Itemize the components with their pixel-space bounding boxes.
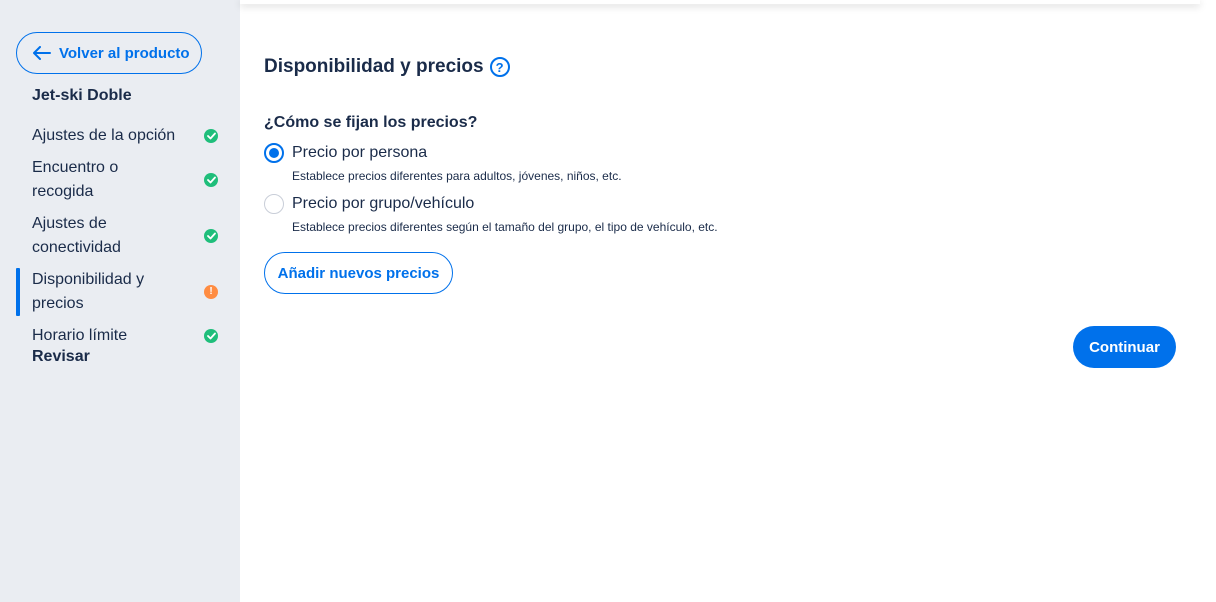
product-name: Jet-ski Doble (32, 87, 132, 104)
step-nav: Ajustes de la opción Encuentro o recogid… (0, 120, 240, 352)
per-group-option[interactable]: Precio por grupo/vehículo (264, 194, 474, 214)
per-person-description: Establece precios diferentes para adulto… (292, 169, 622, 183)
nav-item-connectivity-settings[interactable]: Ajustes de conectividad (0, 208, 240, 264)
per-group-radio[interactable] (264, 194, 284, 214)
check-circle-icon (204, 329, 218, 343)
nav-item-label: Horario límite (32, 327, 128, 344)
nav-item-label: Ajustes de la opción (32, 127, 176, 144)
add-new-prices-button[interactable]: Añadir nuevos precios (264, 252, 453, 294)
main-content: Disponibilidad y precios ? ¿Cómo se fija… (264, 0, 1194, 602)
nav-item-availability-pricing[interactable]: Disponibilidad y precios ! (0, 264, 240, 320)
check-circle-icon (204, 229, 218, 243)
continue-button[interactable]: Continuar (1073, 326, 1176, 368)
warning-circle-icon: ! (204, 285, 218, 299)
nav-item-label: Encuentro o recogida (32, 159, 119, 200)
pricing-question: ¿Cómo se fijan los precios? (264, 114, 478, 131)
page-title: Disponibilidad y precios ? (264, 56, 510, 78)
back-button-label: Volver al producto (59, 44, 190, 62)
per-person-radio[interactable] (264, 143, 284, 163)
per-person-option[interactable]: Precio por persona (264, 143, 427, 163)
per-group-label: Precio por grupo/vehículo (292, 195, 475, 212)
nav-item-option-settings[interactable]: Ajustes de la opción (0, 120, 240, 152)
nav-item-label: Ajustes de conectividad (32, 215, 121, 256)
per-group-description: Establece precios diferentes según el ta… (292, 220, 718, 234)
check-circle-icon (204, 129, 218, 143)
back-to-product-button[interactable]: Volver al producto (16, 32, 202, 74)
per-person-label: Precio por persona (292, 144, 428, 161)
arrow-left-icon (33, 46, 51, 60)
check-circle-icon (204, 173, 218, 187)
nav-item-review[interactable]: Revisar (32, 348, 90, 366)
nav-item-meeting-pickup[interactable]: Encuentro o recogida (0, 152, 240, 208)
sidebar: Volver al producto Jet-ski Doble Ajustes… (0, 0, 240, 602)
nav-item-label: Disponibilidad y precios (32, 271, 145, 312)
page-title-text: Disponibilidad y precios (264, 56, 484, 77)
help-icon[interactable]: ? (489, 57, 510, 77)
